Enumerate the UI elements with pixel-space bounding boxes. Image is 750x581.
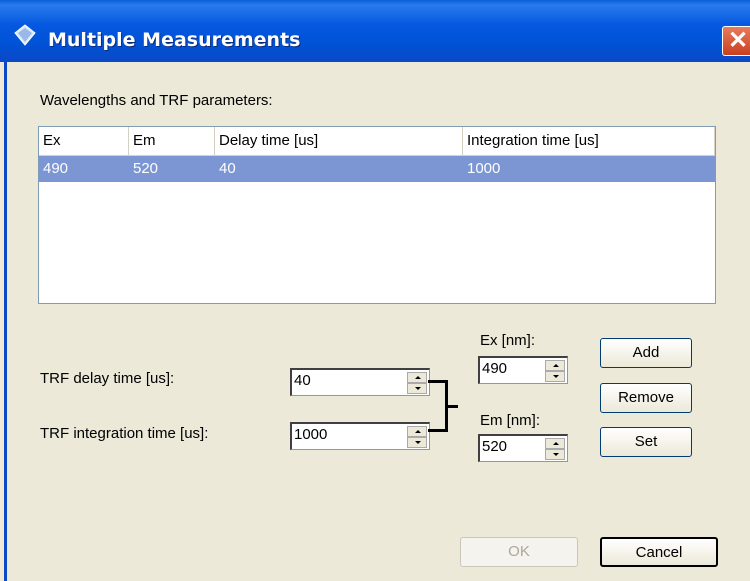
- em-value: 520: [482, 438, 508, 455]
- app-icon: [14, 24, 36, 46]
- column-header-em[interactable]: Em: [129, 127, 215, 155]
- cell-em: 520: [133, 160, 159, 177]
- wavelengths-label: Wavelengths and TRF parameters:: [40, 92, 273, 109]
- ex-value: 490: [482, 360, 508, 377]
- cell-ex: 490: [43, 160, 69, 177]
- column-header-delay[interactable]: Delay time [us]: [215, 127, 463, 155]
- cell-integration: 1000: [467, 160, 501, 177]
- trf-delay-label: TRF delay time [us]:: [40, 370, 175, 387]
- cell-delay: 40: [219, 160, 236, 177]
- trf-integration-value: 1000: [294, 426, 328, 443]
- remove-button[interactable]: Remove: [600, 383, 692, 413]
- ex-spinbox[interactable]: 490: [478, 356, 568, 384]
- set-button[interactable]: Set: [600, 427, 692, 457]
- table-header: Ex Em Delay time [us] Integration time […: [39, 127, 715, 156]
- add-button[interactable]: Add: [600, 338, 692, 368]
- ex-label: Ex [nm]:: [480, 332, 536, 349]
- em-label: Em [nm]:: [480, 412, 541, 429]
- column-header-integration[interactable]: Integration time [us]: [463, 127, 715, 155]
- spin-down-icon[interactable]: [407, 383, 427, 394]
- table-row[interactable]: 490 520 40 1000: [39, 156, 715, 182]
- dialog-window: Multiple Measurements ✕ Wavelengths and …: [0, 0, 750, 581]
- close-icon: ✕: [727, 27, 749, 54]
- ok-button[interactable]: OK: [460, 537, 578, 567]
- trf-integration-spinbox[interactable]: 1000: [290, 422, 430, 450]
- spin-up-icon[interactable]: [407, 372, 427, 383]
- window-title: Multiple Measurements: [48, 29, 301, 51]
- column-header-ex[interactable]: Ex: [39, 127, 129, 155]
- trf-delay-value: 40: [294, 372, 311, 389]
- trf-integration-label: TRF integration time [us]:: [40, 425, 209, 442]
- spin-down-icon[interactable]: [407, 437, 427, 448]
- title-bar[interactable]: Multiple Measurements ✕: [0, 0, 750, 62]
- trf-delay-spinbox[interactable]: 40: [290, 368, 430, 396]
- spin-up-icon[interactable]: [545, 360, 565, 371]
- wavelength-table[interactable]: Ex Em Delay time [us] Integration time […: [38, 126, 716, 304]
- close-button[interactable]: ✕: [722, 26, 750, 56]
- spin-down-icon[interactable]: [545, 449, 565, 460]
- spin-up-icon[interactable]: [407, 426, 427, 437]
- em-spinbox[interactable]: 520: [478, 434, 568, 462]
- spin-up-icon[interactable]: [545, 438, 565, 449]
- cancel-button[interactable]: Cancel: [600, 537, 718, 567]
- spin-down-icon[interactable]: [545, 371, 565, 382]
- link-bracket: [428, 380, 448, 432]
- link-bracket-stem: [446, 405, 458, 408]
